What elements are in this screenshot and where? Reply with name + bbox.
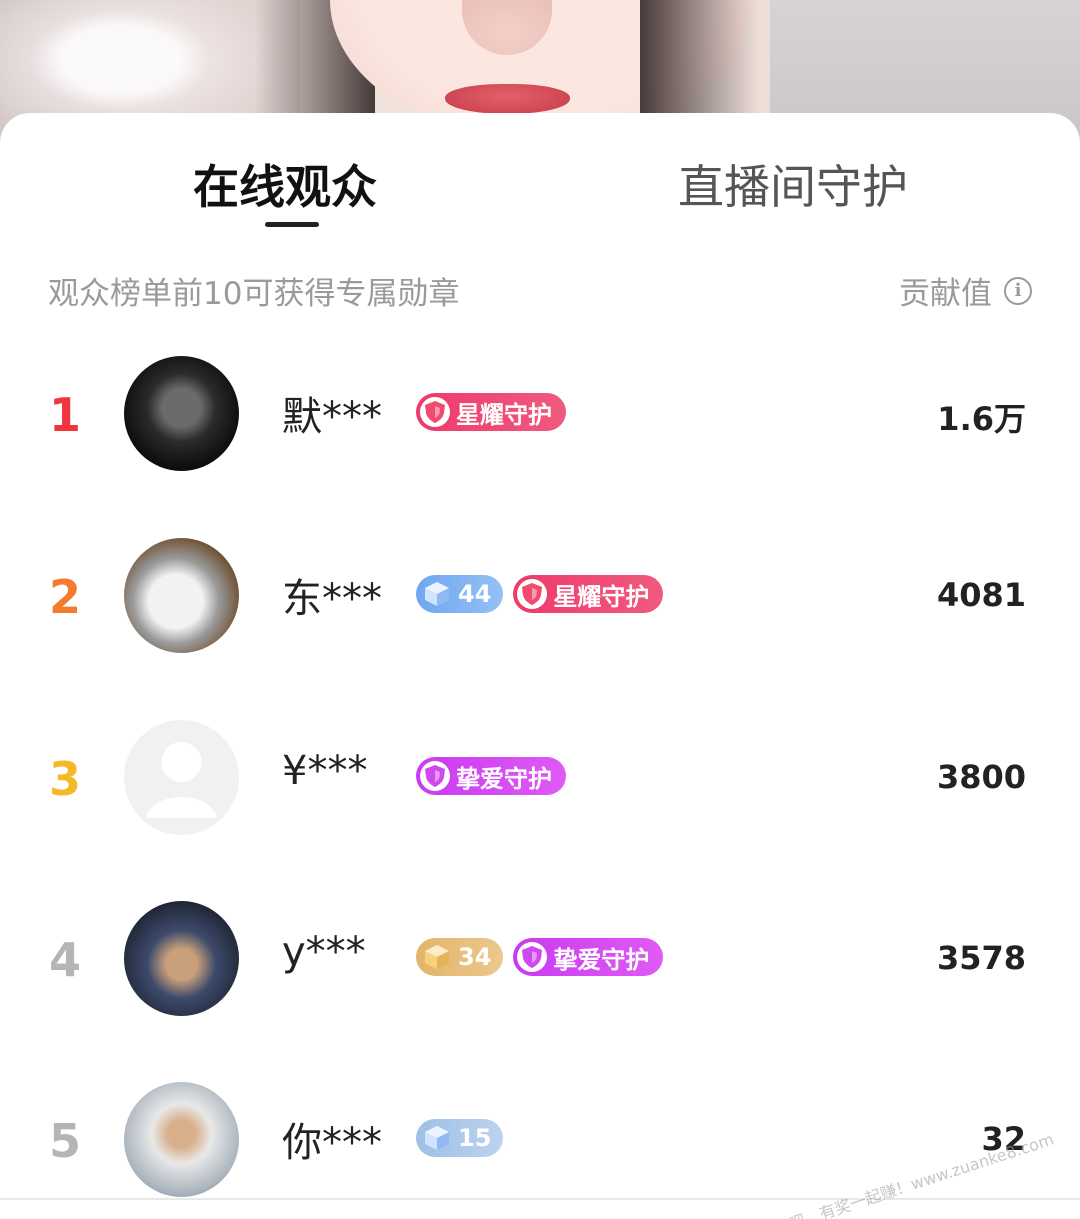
username[interactable]: y***	[282, 929, 366, 975]
guard-label: 星耀守护	[553, 582, 650, 611]
audience-sheet: 在线观众 直播间守护 观众榜单前10可获得专属勋章 贡献值 i 1 默*** 星耀守…	[0, 113, 1080, 1219]
audience-row[interactable]: 4 y*** 34 挚爱守护 3578	[0, 901, 1080, 1021]
ranking-hint: 观众榜单前10可获得专属勋章	[48, 276, 460, 312]
rank-number: 1	[48, 388, 81, 442]
badge-group: 星耀守护	[416, 393, 566, 431]
level-badge: 15	[416, 1119, 504, 1157]
audience-row[interactable]: 1 默*** 星耀守护 1.6万	[0, 356, 1080, 476]
contribution-value: 3800	[936, 758, 1026, 796]
username[interactable]: 默***	[282, 384, 382, 442]
gem-icon	[425, 582, 449, 606]
rank-number: 4	[48, 933, 81, 987]
guard-label: 星耀守护	[456, 400, 552, 429]
level-number: 34	[458, 943, 492, 971]
guard-label: 挚爱守护	[456, 764, 552, 793]
guard-label: 挚爱守护	[553, 945, 650, 974]
badge-group: 34 挚爱守护	[416, 938, 664, 976]
badge-group: 挚爱守护	[416, 757, 566, 795]
username[interactable]: ¥***	[282, 748, 367, 794]
level-badge: 44	[416, 575, 504, 613]
avatar[interactable]	[124, 356, 239, 471]
level-number: 44	[458, 580, 492, 608]
avatar[interactable]	[124, 538, 239, 653]
avatar[interactable]	[124, 720, 239, 835]
badge-group: 15	[416, 1119, 504, 1157]
rank-number: 3	[48, 752, 81, 806]
rank-number: 5	[48, 1114, 81, 1168]
gem-icon	[425, 1126, 449, 1150]
contribution-value: 3578	[936, 939, 1026, 977]
video-lips	[445, 84, 570, 114]
tab-room-guard[interactable]: 直播间守护	[678, 151, 908, 217]
avatar[interactable]	[124, 1082, 239, 1197]
shield-icon	[420, 397, 450, 427]
guard-badge: 挚爱守护	[513, 938, 664, 976]
level-badge: 34	[416, 938, 504, 976]
badge-group: 44 星耀守护	[416, 575, 664, 613]
audience-row[interactable]: 3 ¥*** 挚爱守护 3800	[0, 720, 1080, 840]
shield-icon	[420, 761, 450, 791]
gem-icon	[425, 945, 449, 969]
username[interactable]: 你***	[282, 1110, 382, 1168]
rank-number: 2	[48, 570, 81, 624]
shield-icon	[517, 579, 548, 609]
level-number: 15	[458, 1124, 492, 1152]
guard-badge: 星耀守护	[513, 575, 664, 613]
avatar[interactable]	[124, 901, 239, 1016]
guard-badge: 挚爱守护	[416, 757, 566, 795]
contribution-header: 贡献值 i	[899, 268, 1032, 313]
contribution-label: 贡献值	[899, 276, 992, 312]
tab-online-audience[interactable]: 在线观众	[193, 151, 377, 217]
contribution-value: 1.6万	[937, 400, 1026, 438]
contribution-value: 4081	[936, 576, 1026, 614]
guard-badge: 星耀守护	[416, 393, 566, 431]
username[interactable]: 东***	[282, 566, 382, 624]
active-tab-indicator	[265, 222, 319, 227]
info-icon[interactable]: i	[1004, 276, 1032, 305]
shield-icon	[517, 942, 548, 972]
audience-row[interactable]: 2 东*** 44 星耀守护 4081	[0, 538, 1080, 658]
bottom-divider	[0, 1198, 1080, 1200]
